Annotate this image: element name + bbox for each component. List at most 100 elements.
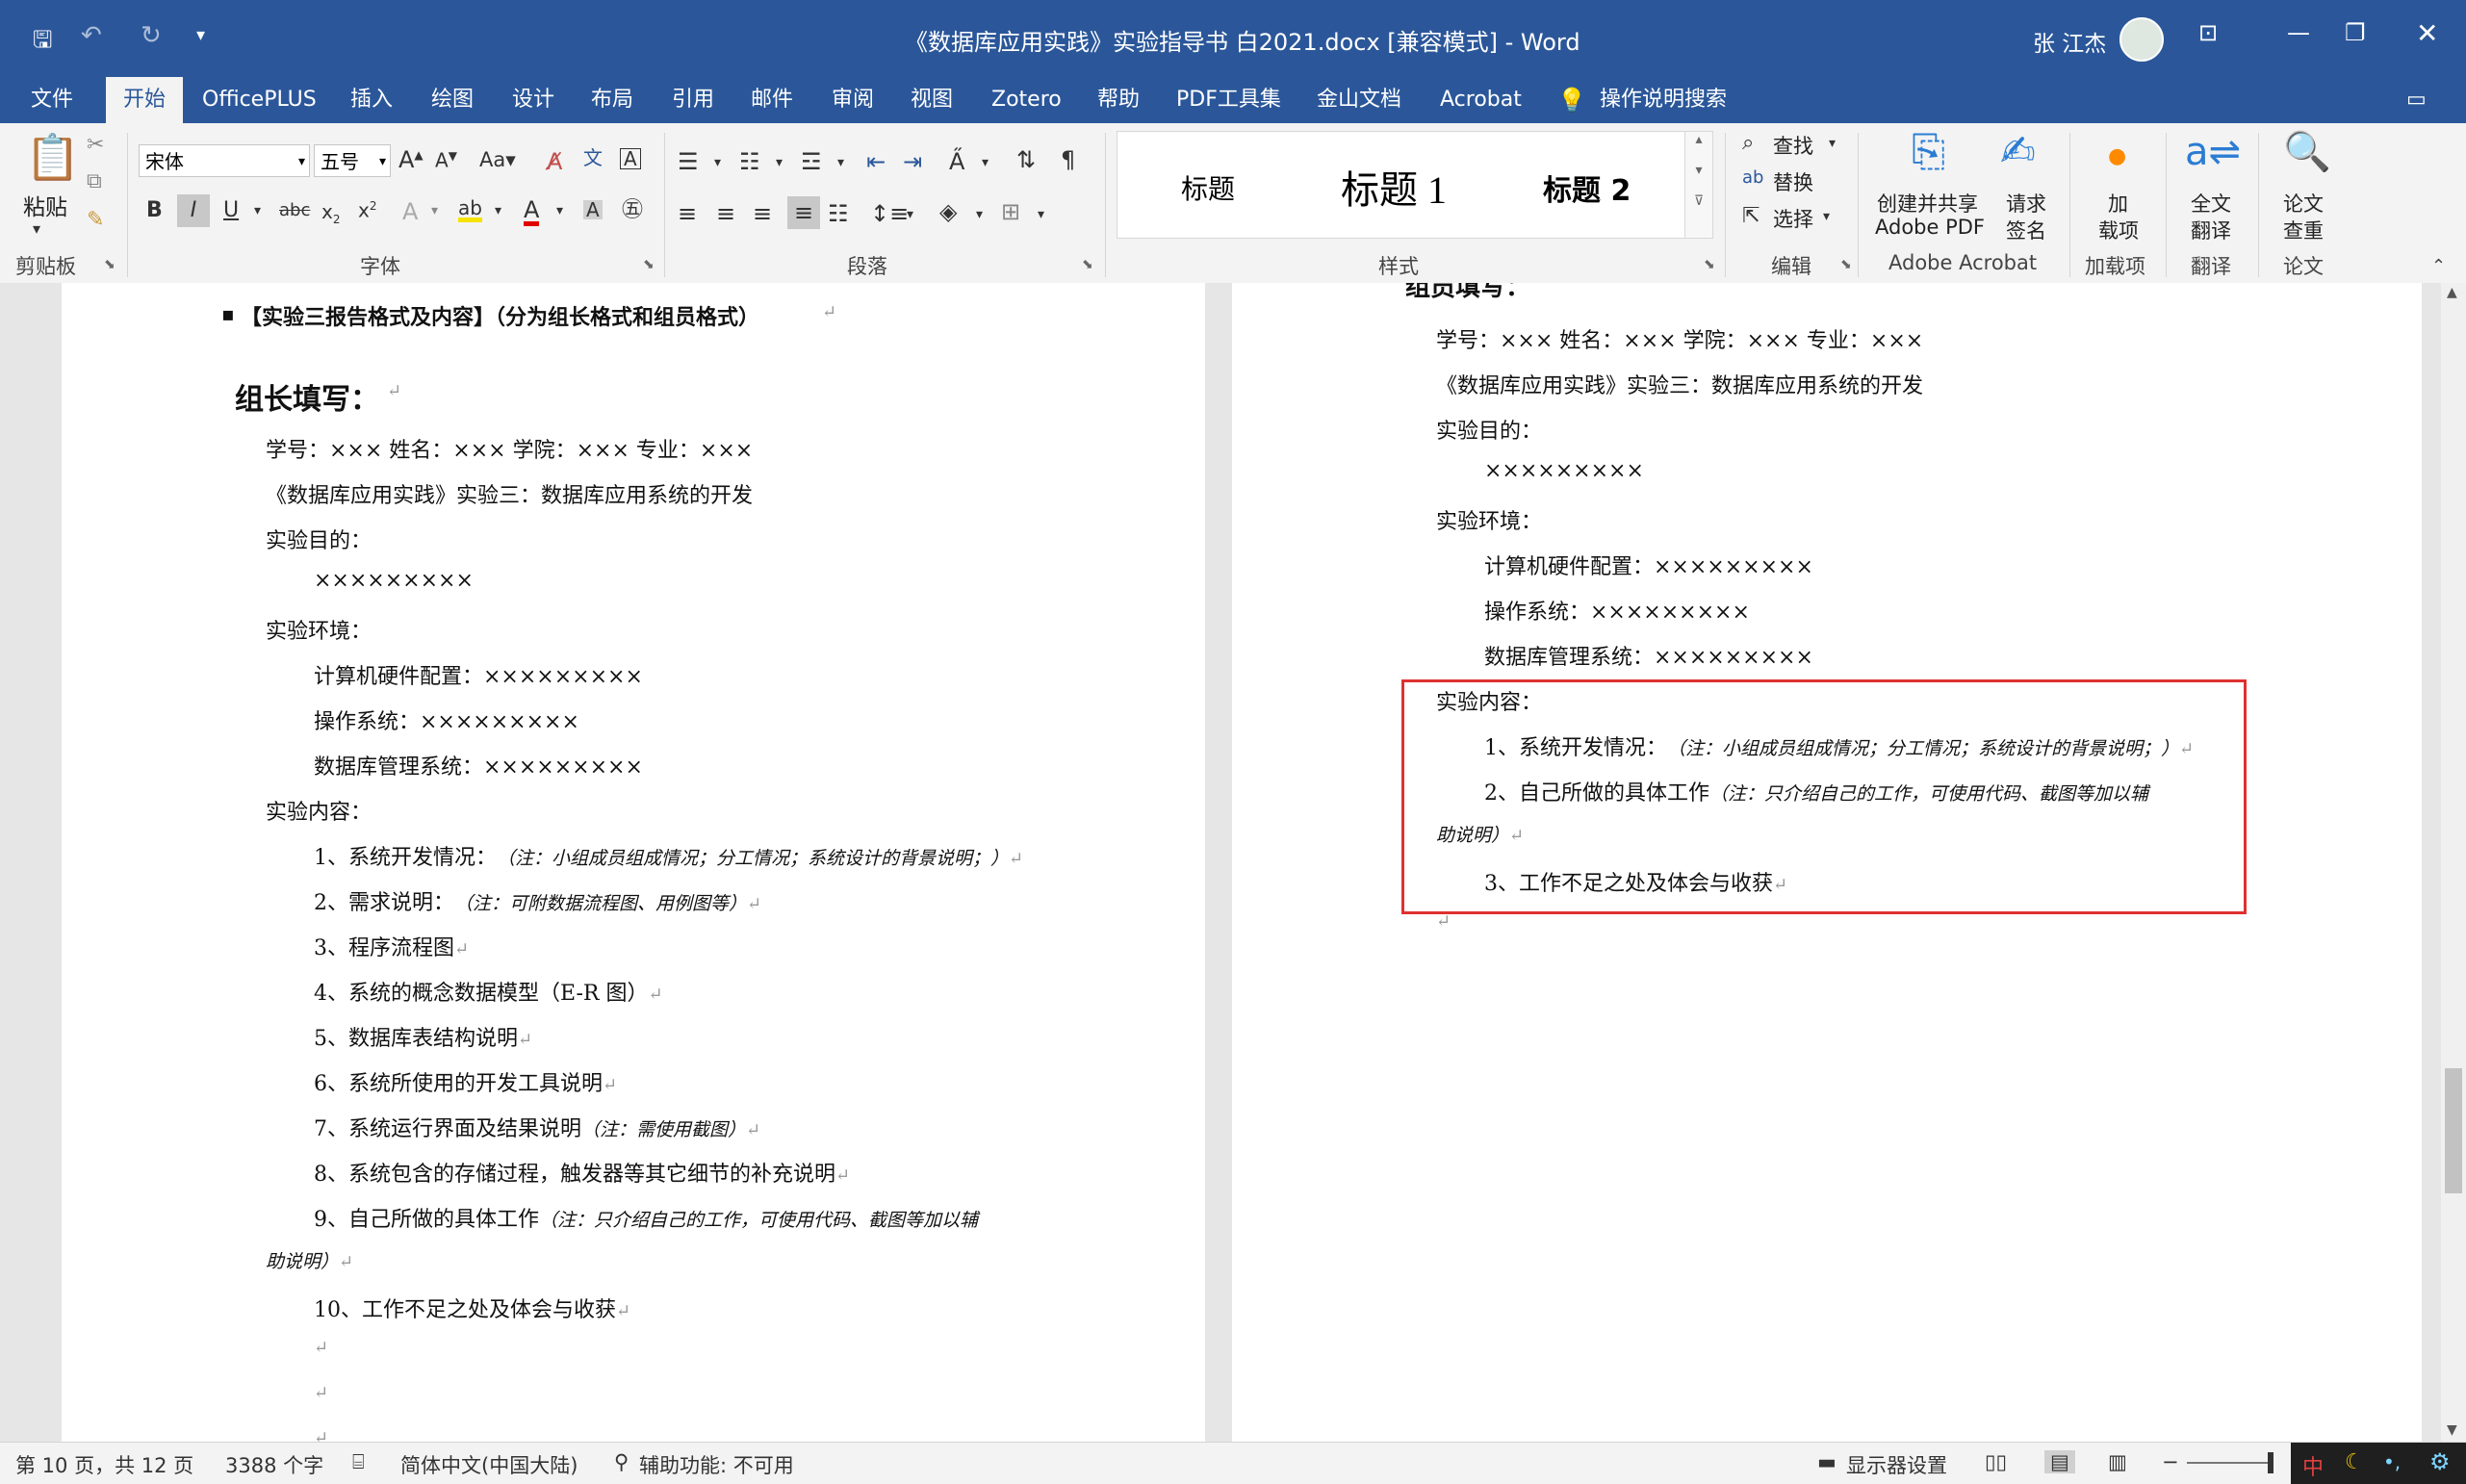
tab-file[interactable]: 文件 bbox=[31, 77, 73, 123]
replace-button[interactable]: 替换 bbox=[1773, 167, 1813, 196]
tab-officeplus[interactable]: OfficePLUS bbox=[202, 77, 317, 123]
proofing-icon[interactable]: ⌸ bbox=[352, 1450, 365, 1474]
ime-settings-icon[interactable]: ⚙ bbox=[2429, 1448, 2451, 1475]
underline-icon[interactable]: U bbox=[223, 200, 239, 221]
select-dropdown-icon[interactable]: ▾ bbox=[1823, 210, 1830, 223]
font-color-dropdown-icon[interactable]: ▾ bbox=[556, 204, 563, 217]
tab-pdf-tools[interactable]: PDF工具集 bbox=[1176, 77, 1281, 123]
phonetic-guide-icon[interactable]: 文 bbox=[583, 148, 603, 167]
style-heading-2[interactable]: 标题 2 bbox=[1543, 166, 1631, 209]
multilevel-list-icon[interactable]: ☲ bbox=[801, 150, 822, 173]
clear-formatting-icon[interactable]: A̸ bbox=[547, 150, 562, 173]
paste-icon[interactable]: 📋 bbox=[25, 135, 80, 179]
zoom-slider-thumb[interactable] bbox=[2268, 1452, 2273, 1473]
word-count[interactable]: 3388 个字 bbox=[225, 1450, 323, 1479]
paste-dropdown-icon[interactable]: ▾ bbox=[33, 221, 40, 237]
page-left[interactable]: ▪ 【实验三报告格式及内容】（分为组长格式和组员格式） ↵ 组长填写： ↵ 学号… bbox=[62, 283, 1205, 1442]
highlight-dropdown-icon[interactable]: ▾ bbox=[495, 204, 501, 217]
tab-review[interactable]: 审阅 bbox=[832, 77, 874, 123]
chinese-layout-dropdown-icon[interactable]: ▾ bbox=[982, 156, 989, 169]
avatar[interactable] bbox=[2119, 17, 2164, 62]
cut-icon[interactable]: ✂ bbox=[87, 135, 104, 156]
tab-acrobat[interactable]: Acrobat bbox=[1440, 77, 1522, 123]
tab-kingsoft-docs[interactable]: 金山文档 bbox=[1317, 77, 1401, 123]
tab-design[interactable]: 设计 bbox=[512, 77, 554, 123]
addins-line2[interactable]: 载项 bbox=[2098, 216, 2139, 244]
tell-me-search[interactable]: 操作说明搜索 bbox=[1600, 77, 1727, 123]
character-border-icon[interactable]: A bbox=[620, 148, 641, 169]
minimize-icon[interactable]: — bbox=[2287, 19, 2310, 46]
text-effects-dropdown-icon[interactable]: ▾ bbox=[431, 204, 438, 217]
grow-font-icon[interactable]: A▲ bbox=[398, 148, 424, 171]
scroll-up-icon[interactable]: ▲ bbox=[2447, 285, 2457, 300]
request-signature-line2[interactable]: 签名 bbox=[2006, 216, 2046, 244]
align-right-icon[interactable]: ≡ bbox=[753, 202, 772, 225]
document-area[interactable]: ▪ 【实验三报告格式及内容】（分为组长格式和组员格式） ↵ 组长填写： ↵ 学号… bbox=[0, 283, 2441, 1442]
close-icon[interactable]: ✕ bbox=[2416, 17, 2438, 49]
sort-icon[interactable]: ⇅ bbox=[1016, 148, 1036, 171]
accessibility-status[interactable]: 辅助功能: 不可用 bbox=[639, 1450, 794, 1479]
paper-check-line2[interactable]: 查重 bbox=[2283, 216, 2324, 244]
save-icon[interactable]: 🖫 bbox=[33, 23, 52, 63]
tab-zotero[interactable]: Zotero bbox=[991, 77, 1062, 123]
select-button[interactable]: 选择 bbox=[1773, 204, 1813, 233]
zoom-out-icon[interactable]: − bbox=[2162, 1450, 2179, 1473]
show-marks-icon[interactable]: ¶ bbox=[1061, 148, 1075, 171]
page-count[interactable]: 第 10 页，共 12 页 bbox=[15, 1450, 193, 1479]
decrease-indent-icon[interactable]: ⇤ bbox=[866, 150, 886, 173]
borders-icon[interactable]: ⊞ bbox=[1001, 200, 1020, 223]
highlight-icon[interactable]: ab bbox=[458, 198, 482, 222]
numbering-dropdown-icon[interactable]: ▾ bbox=[776, 156, 783, 169]
bullets-dropdown-icon[interactable]: ▾ bbox=[714, 156, 721, 169]
paper-check-icon[interactable]: 🔍 bbox=[2283, 133, 2331, 171]
translate-icon[interactable]: a⇌ bbox=[2185, 133, 2241, 171]
punctuation-icon[interactable]: •, bbox=[2383, 1450, 2401, 1473]
undo-icon[interactable]: ↶ bbox=[81, 21, 102, 50]
create-share-pdf-line2[interactable]: Adobe PDF bbox=[1875, 216, 1985, 239]
styles-launcher-icon[interactable]: ⬊ bbox=[1704, 258, 1715, 271]
tab-view[interactable]: 视图 bbox=[911, 77, 953, 123]
style-heading-1[interactable]: 标题 1 bbox=[1341, 159, 1447, 215]
tab-references[interactable]: 引用 bbox=[672, 77, 714, 123]
user-name[interactable]: 张 江杰 bbox=[2033, 25, 2106, 58]
vertical-scrollbar[interactable]: ▲ ▼ bbox=[2441, 283, 2466, 1442]
align-center-icon[interactable]: ≡ bbox=[716, 202, 735, 225]
justify-icon[interactable]: ≡ bbox=[787, 196, 820, 229]
comments-icon[interactable]: ▭ bbox=[2406, 77, 2427, 123]
translate-line2[interactable]: 翻译 bbox=[2191, 216, 2231, 244]
align-left-icon[interactable]: ≡ bbox=[678, 202, 697, 225]
moon-icon[interactable]: ☾ bbox=[2345, 1450, 2364, 1474]
paste-button[interactable]: 粘贴 bbox=[23, 189, 67, 221]
select-icon[interactable]: ⇱ bbox=[1742, 206, 1760, 227]
enclose-characters-icon[interactable]: ㊄ bbox=[622, 200, 643, 221]
edit-launcher-icon[interactable]: ⬊ bbox=[1840, 258, 1852, 271]
replace-icon[interactable]: ab bbox=[1742, 169, 1763, 187]
line-spacing-icon[interactable]: ↕≡ bbox=[870, 202, 909, 225]
zoom-slider[interactable] bbox=[2187, 1462, 2270, 1464]
shrink-font-icon[interactable]: A▼ bbox=[435, 150, 457, 170]
style-title[interactable]: 标题 bbox=[1181, 168, 1235, 207]
font-name-combo[interactable]: 宋体 ▾ bbox=[139, 144, 310, 177]
tab-help[interactable]: 帮助 bbox=[1097, 77, 1140, 123]
shading-dropdown-icon[interactable]: ▾ bbox=[976, 208, 983, 221]
create-share-pdf-line1[interactable]: 创建并共享 bbox=[1877, 189, 1978, 217]
italic-icon[interactable]: I bbox=[177, 194, 210, 227]
scroll-down-icon[interactable]: ▼ bbox=[2447, 1422, 2457, 1438]
clipboard-launcher-icon[interactable]: ⬊ bbox=[104, 258, 116, 271]
styles-scroll[interactable]: ▴ ▾ ⊽ bbox=[1684, 131, 1713, 239]
addins-icon[interactable]: ● bbox=[2108, 146, 2126, 167]
redo-icon[interactable]: ↻ bbox=[141, 21, 162, 50]
format-painter-icon[interactable]: ✎ bbox=[87, 210, 104, 231]
request-signature-icon[interactable]: ✍ bbox=[2000, 131, 2036, 173]
bullets-icon[interactable]: ☰ bbox=[678, 150, 699, 173]
display-settings[interactable]: 显示器设置 bbox=[1846, 1450, 1947, 1479]
find-icon[interactable]: ⌕ bbox=[1742, 133, 1754, 154]
borders-dropdown-icon[interactable]: ▾ bbox=[1038, 208, 1044, 221]
tab-mailings[interactable]: 邮件 bbox=[751, 77, 793, 123]
change-case-icon[interactable]: Aa▾ bbox=[479, 150, 516, 170]
font-size-combo[interactable]: 五号 ▾ bbox=[314, 144, 391, 177]
superscript-icon[interactable]: x2 bbox=[358, 200, 376, 220]
underline-dropdown-icon[interactable]: ▾ bbox=[254, 204, 261, 217]
paper-check-line1[interactable]: 论文 bbox=[2283, 189, 2324, 217]
web-layout-icon[interactable]: ▥ bbox=[2108, 1450, 2127, 1473]
